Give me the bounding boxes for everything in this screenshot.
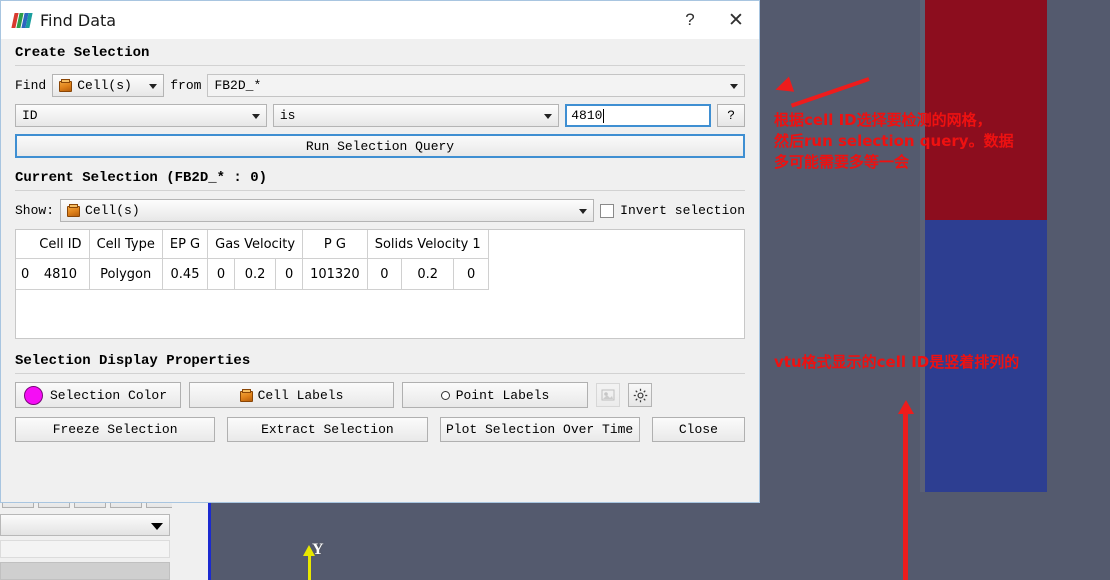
column-header-solids-velocity-1[interactable]: Solids Velocity 1 [367, 230, 489, 259]
render-view-lower-strip[interactable] [208, 492, 1110, 580]
column-header-cell-id[interactable]: Cell ID [32, 230, 90, 259]
query-value-text: 4810 [571, 108, 603, 123]
y-axis-shaft [308, 554, 311, 580]
column-header-p-g[interactable]: P G [302, 230, 368, 259]
find-element-type-combo[interactable]: Cell(s) [52, 74, 165, 97]
column-header-cell-type[interactable]: Cell Type [89, 230, 163, 259]
selection-color-label: Selection Color [50, 387, 168, 403]
help-icon[interactable]: ? [667, 1, 713, 39]
column-header-ep-g[interactable]: EP G [162, 230, 209, 259]
section-divider-1 [15, 65, 745, 66]
cube-icon [67, 204, 81, 217]
cell-labels-label: Cell Labels [257, 387, 344, 403]
query-value-input[interactable]: 4810 [565, 104, 712, 127]
find-source-combo[interactable]: FB2D_* [207, 74, 745, 97]
row-index: 0 [16, 258, 33, 290]
cell-cell-id: 4810 [32, 258, 90, 290]
invert-selection-checkbox[interactable]: Invert selection [600, 203, 745, 218]
dialog-title: Find Data [40, 10, 117, 30]
text-cursor [603, 108, 605, 123]
annotation-text-bottom: vtu格式显示的cell ID是竖着排列的 [774, 353, 1020, 371]
selection-color-button[interactable]: Selection Color [15, 382, 181, 408]
table-row[interactable]: 0 4810 Polygon 0.45 0 0.2 0 101320 0 0.2… [16, 258, 489, 290]
chevron-down-icon [730, 84, 738, 89]
chevron-down-icon [151, 523, 163, 530]
show-element-type-value: Cell(s) [85, 203, 140, 218]
selection-data-table: Cell ID Cell Type EP G Gas Velocity P G … [16, 230, 489, 290]
section-divider-3 [15, 373, 745, 374]
gear-icon[interactable] [628, 383, 652, 407]
edit-labels-icon[interactable] [596, 383, 620, 407]
extract-selection-button[interactable]: Extract Selection [227, 417, 428, 442]
vertical-arrow-line [903, 410, 908, 580]
point-icon [440, 390, 450, 400]
cell-gas-velocity-x: 0 [207, 258, 235, 290]
properties-panel-list-row-2[interactable] [0, 562, 170, 580]
cell-solids-velocity-x: 0 [367, 258, 402, 290]
query-operator-value: is [279, 108, 296, 123]
query-field-value: ID [22, 108, 38, 123]
row-index-header [16, 230, 33, 259]
plot-selection-over-time-button[interactable]: Plot Selection Over Time [439, 417, 640, 442]
display-properties-row: Selection Color Cell Labels Point Labels [15, 382, 745, 408]
column-header-gas-velocity[interactable]: Gas Velocity [207, 230, 304, 259]
cell-gas-velocity-y: 0.2 [234, 258, 277, 290]
find-element-type-value: Cell(s) [77, 78, 132, 93]
show-row: Show: Cell(s) Invert selection [15, 199, 745, 222]
find-label: Find [15, 78, 47, 93]
arrow-tip [772, 76, 795, 98]
color-swatch-icon [24, 385, 43, 405]
query-row: ID is 4810 ? [15, 104, 745, 127]
cell-solids-velocity-y: 0.2 [401, 258, 455, 290]
current-selection-heading: Current Selection (FB2D_* : 0) [15, 170, 268, 186]
orientation-axis-widget: Y [300, 540, 340, 580]
display-properties-heading: Selection Display Properties [15, 353, 251, 369]
action-buttons-row: Freeze Selection Extract Selection Plot … [15, 417, 746, 442]
y-axis-label: Y [312, 541, 324, 558]
find-data-dialog: Find Data ? ✕ Create Selection Find Cell… [0, 0, 760, 503]
show-label: Show: [15, 203, 55, 218]
red-arrow-icon [772, 60, 870, 108]
table-header-row: Cell ID Cell Type EP G Gas Velocity P G … [16, 230, 489, 259]
chevron-down-icon [149, 84, 158, 89]
point-labels-combo[interactable]: Point Labels [402, 382, 588, 408]
from-label: from [170, 78, 202, 93]
cell-p-g: 101320 [302, 258, 368, 290]
cell-gas-velocity-z: 0 [275, 258, 304, 290]
query-help-button[interactable]: ? [717, 104, 745, 127]
checkbox-box[interactable] [600, 203, 615, 218]
show-element-type-combo[interactable]: Cell(s) [60, 199, 595, 222]
find-source-value: FB2D_* [214, 78, 262, 93]
dialog-titlebar: Find Data ? ✕ [1, 1, 759, 39]
red-vertical-arrow-icon [898, 400, 914, 580]
selection-table[interactable]: Cell ID Cell Type EP G Gas Velocity P G … [15, 229, 745, 339]
annotation-text-top: 根据cell ID选择要检测的网格， 然后run selection query… [774, 111, 1014, 171]
find-row: Find Cell(s) from FB2D_* [15, 74, 745, 97]
paraview-logo-icon [11, 12, 33, 28]
cell-ep-g: 0.45 [162, 258, 209, 290]
properties-panel-list-row-1[interactable] [0, 540, 170, 558]
gear-glyph [633, 388, 647, 402]
create-selection-heading: Create Selection [15, 45, 150, 61]
chevron-down-icon [544, 114, 553, 119]
chevron-down-icon [251, 114, 260, 119]
point-labels-label: Point Labels [455, 387, 550, 403]
run-selection-query-button[interactable]: Run Selection Query [15, 134, 745, 158]
query-operator-combo[interactable]: is [272, 104, 560, 127]
dialog-body: Create Selection Find Cell(s) from FB2D_… [1, 39, 759, 442]
properties-panel-combo[interactable] [0, 514, 170, 536]
chevron-down-icon [579, 209, 588, 214]
cube-icon [59, 79, 73, 92]
cube-icon [239, 388, 253, 402]
freeze-selection-button[interactable]: Freeze Selection [15, 417, 216, 442]
cell-labels-combo[interactable]: Cell Labels [189, 382, 394, 408]
cell-solids-velocity-z: 0 [453, 258, 489, 290]
invert-selection-label: Invert selection [620, 203, 745, 218]
close-icon[interactable]: ✕ [713, 1, 759, 39]
close-button[interactable]: Close [651, 417, 746, 442]
query-field-combo[interactable]: ID [15, 104, 267, 127]
cell-cell-type: Polygon [89, 258, 163, 290]
section-divider-2 [15, 190, 745, 191]
edit-labels-glyph [601, 389, 615, 401]
